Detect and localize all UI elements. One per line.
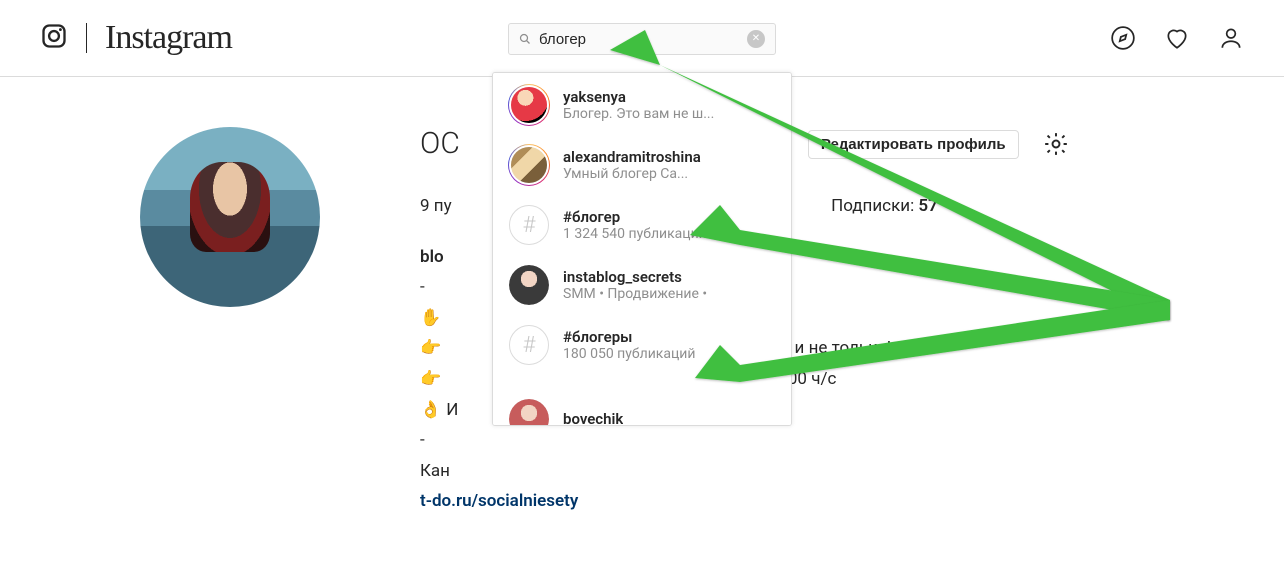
search-result-user[interactable]: alexandramitroshina Умный блогер Са...: [493, 135, 791, 195]
avatar: [509, 145, 549, 185]
profile-avatar[interactable]: [140, 127, 320, 307]
explore-icon[interactable]: [1110, 25, 1136, 51]
search-box[interactable]: [508, 23, 776, 55]
result-subtitle: Блогер. Это вам не ш...: [563, 106, 714, 122]
avatar: [509, 85, 549, 125]
wave-emoji-icon: ✋: [420, 303, 442, 334]
search-result-user[interactable]: bovechik: [493, 375, 791, 425]
result-title: instablog_secrets: [563, 268, 707, 286]
point-emoji-icon: 👉: [420, 333, 442, 364]
settings-gear-icon[interactable]: [1043, 131, 1069, 157]
edit-profile-button[interactable]: Редактировать профиль: [808, 130, 1019, 159]
search-icon: [519, 33, 531, 45]
avatar: [509, 265, 549, 305]
search-result-user[interactable]: yaksenya Блогер. Это вам не ш...: [493, 75, 791, 135]
result-title: bovechik: [563, 410, 623, 426]
result-title: #блогер: [563, 208, 707, 226]
brand-wordmark: Instagram: [105, 19, 232, 57]
bio-link[interactable]: t-do.ru/socialniesety: [420, 486, 1214, 517]
search-result-user[interactable]: instablog_secrets SMM • Продвижение •: [493, 255, 791, 315]
top-header: Instagram: [0, 0, 1284, 77]
profile-icon[interactable]: [1218, 25, 1244, 51]
avatar: [509, 399, 549, 426]
activity-heart-icon[interactable]: [1164, 25, 1190, 51]
result-title: #блогеры: [563, 328, 695, 346]
search-input[interactable]: [539, 31, 747, 48]
hashtag-icon: #: [509, 325, 549, 365]
result-subtitle: 180 050 публикаций: [563, 346, 695, 362]
following-count[interactable]: Подписки: 57: [831, 191, 938, 222]
hashtag-icon: #: [509, 205, 549, 245]
clear-search-button[interactable]: [747, 30, 765, 48]
ok-emoji-icon: 👌: [420, 395, 442, 426]
search-result-hashtag[interactable]: # #блогеры 180 050 публикаций: [493, 315, 791, 375]
logo-block[interactable]: Instagram: [40, 19, 232, 57]
posts-count: 9 пу: [420, 191, 452, 222]
logo-divider: [86, 23, 87, 53]
result-subtitle: 1 324 540 публикаций: [563, 226, 707, 242]
search-result-hashtag[interactable]: # #блогер 1 324 540 публикаций: [493, 195, 791, 255]
nav-icons: [1110, 25, 1244, 51]
point-emoji-icon: 👉: [420, 364, 442, 395]
camera-icon: [40, 22, 68, 54]
bio-channel: Кан: [420, 456, 1214, 487]
profile-username: OC: [420, 117, 460, 171]
result-title: alexandramitroshina: [563, 148, 701, 166]
search-container: [508, 23, 776, 55]
result-subtitle: Умный блогер Са...: [563, 166, 701, 182]
search-dropdown: ▾ yaksenya Блогер. Это вам не ш... alexa…: [492, 72, 792, 426]
result-title: yaksenya: [563, 88, 714, 106]
result-subtitle: SMM • Продвижение •: [563, 286, 707, 302]
